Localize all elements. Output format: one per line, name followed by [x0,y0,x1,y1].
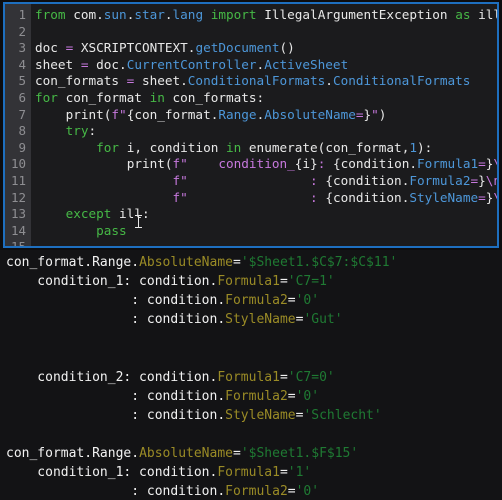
code-line[interactable] [35,239,497,246]
code-line[interactable]: print(f"{con_format.Range.AbsoluteName=}… [35,107,497,124]
line-number: 11 [10,172,26,188]
code-line[interactable]: except ill: [35,206,497,223]
code-line[interactable]: print(f" condition_{i}: {condition.Formu… [35,156,497,173]
code-editor-pane[interactable]: 1 2 3 4 5 6 7 8 9 10 11 12 13 14 15 from… [3,2,499,248]
line-number: 8 [18,123,26,139]
output-line: : condition.StyleName='Gut' [6,312,343,328]
line-number: 3 [18,40,26,56]
line-number: 5 [18,73,26,89]
code-line[interactable]: doc = XSCRIPTCONTEXT.getDocument() [35,40,497,57]
line-number: 13 [10,206,26,222]
line-number: 9 [18,139,26,155]
script-editor-window: 1 2 3 4 5 6 7 8 9 10 11 12 13 14 15 from… [0,0,502,500]
code-line[interactable]: sheet = doc.CurrentController.ActiveShee… [35,57,497,74]
line-number: 12 [10,189,26,205]
output-line: con_format.Range.AbsoluteName='$Sheet1.$… [6,255,398,270]
code-line[interactable]: for i, condition in enumerate(con_format… [35,140,497,157]
line-number: 10 [10,156,26,172]
output-line: con_format.Range.AbsoluteName='$Sheet1.$… [6,445,359,461]
code-line[interactable]: f" : {condition.StyleName=}\n") [35,190,497,207]
line-number: 7 [18,106,26,122]
line-number: 1 [18,7,26,22]
line-number: 4 [18,56,26,72]
output-line: : condition.Formula2='0' [6,388,320,404]
line-number: 15 [10,239,26,248]
output-line: : condition.StyleName='Schlecht' [6,407,382,423]
code-line[interactable]: from com.sun.star.lang import IllegalArg… [35,7,497,24]
code-line[interactable]: con_formats = sheet.ConditionalFormats.C… [35,73,497,90]
output-line: : condition.Formula2='0' [6,484,320,500]
line-number: 6 [18,89,26,105]
line-number: 2 [18,23,26,39]
output-line: : condition.Formula2='0' [6,293,320,309]
code-text-area[interactable]: from com.sun.star.lang import IllegalArg… [31,4,497,246]
code-line[interactable]: f" : {condition.Formula2=}\n" [35,173,497,190]
code-editor-body[interactable]: 1 2 3 4 5 6 7 8 9 10 11 12 13 14 15 from… [5,4,497,246]
code-line[interactable]: for con_format in con_formats: [35,90,497,107]
output-line: condition_1: condition.Formula1='1' [6,465,312,481]
line-number-gutter: 1 2 3 4 5 6 7 8 9 10 11 12 13 14 15 [5,4,31,246]
console-output-pane[interactable]: con_format.Range.AbsoluteName='$Sheet1.$… [0,250,502,500]
output-line: condition_2: condition.Formula1='C7=0' [6,369,335,385]
code-line[interactable]: try: [35,123,497,140]
output-line: condition_1: condition.Formula1='C7=1' [6,274,335,290]
line-number: 14 [10,222,26,238]
code-line[interactable] [35,24,497,41]
code-line[interactable]: pass [35,223,497,240]
